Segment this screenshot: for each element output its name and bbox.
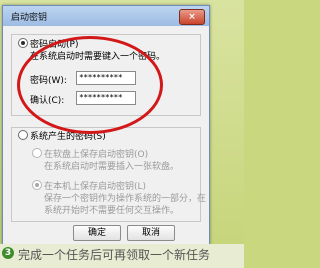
startup-key-dialog: 启动密钥 × 密码启动(P) 在系统启动时需要键入一个密码。 密码(W): **… bbox=[2, 5, 210, 245]
local-hint-line2: 系统开始时不需要任何交互操作。 bbox=[44, 206, 180, 216]
system-key-radio[interactable] bbox=[18, 130, 28, 140]
titlebar: 启动密钥 × bbox=[3, 6, 209, 26]
local-radio[interactable] bbox=[32, 180, 42, 190]
window-title: 启动密钥 bbox=[11, 13, 48, 23]
instruction-footer: 3 完成一个任务后可再领取一个新任务 bbox=[0, 244, 244, 268]
step-badge: 3 bbox=[2, 247, 14, 259]
ok-button[interactable]: 确定 bbox=[73, 225, 121, 241]
highlight-ellipse bbox=[17, 36, 163, 134]
system-key-group: 系统产生的密码(S) 在软盘上保存启动密钥(O) 在系统启动时需要插入一张软盘。… bbox=[11, 127, 206, 222]
cancel-button[interactable]: 取消 bbox=[127, 225, 175, 241]
password-startup-radio[interactable] bbox=[18, 38, 28, 48]
floppy-radio[interactable] bbox=[32, 148, 42, 158]
close-button[interactable]: × bbox=[179, 9, 205, 25]
floppy-hint: 在系统启动时需要插入一张软盘。 bbox=[44, 162, 180, 172]
footer-text: 完成一个任务后可再领取一个新任务 bbox=[18, 248, 211, 262]
